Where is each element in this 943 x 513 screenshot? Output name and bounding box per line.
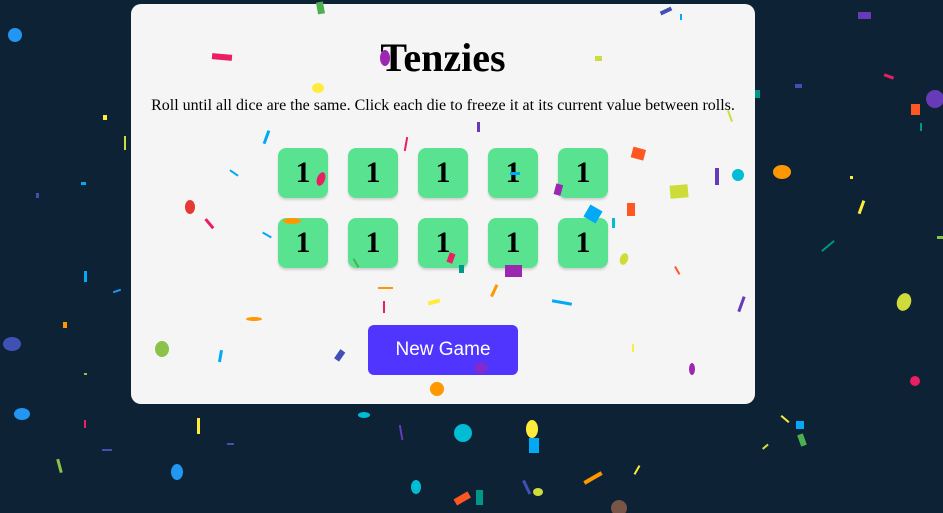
- die-10[interactable]: 1: [558, 218, 608, 268]
- instructions-text: Roll until all dice are the same. Click …: [151, 97, 735, 114]
- die-3[interactable]: 1: [418, 148, 468, 198]
- die-7[interactable]: 1: [348, 218, 398, 268]
- die-2[interactable]: 1: [348, 148, 398, 198]
- page-title: Tenzies: [380, 35, 506, 80]
- die-8[interactable]: 1: [418, 218, 468, 268]
- game-card: Tenzies Roll until all dice are the same…: [131, 4, 755, 404]
- die-9[interactable]: 1: [488, 218, 538, 268]
- die-6[interactable]: 1: [278, 218, 328, 268]
- die-5[interactable]: 1: [558, 148, 608, 198]
- new-game-button[interactable]: New Game: [368, 325, 518, 375]
- game-stage: Tenzies Roll until all dice are the same…: [0, 0, 943, 513]
- die-1[interactable]: 1: [278, 148, 328, 198]
- dice-grid: 1 1 1 1 1 1 1 1 1 1: [278, 148, 608, 268]
- die-4[interactable]: 1: [488, 148, 538, 198]
